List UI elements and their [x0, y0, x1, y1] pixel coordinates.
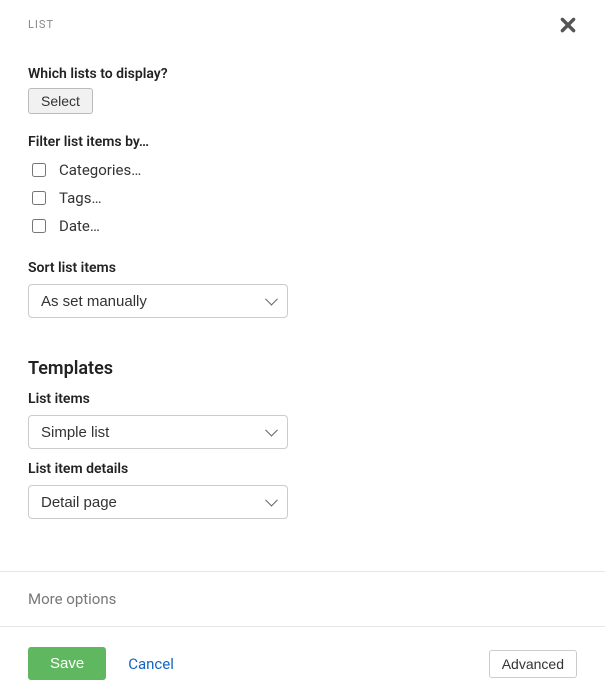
filter-checkbox-date[interactable] [32, 219, 46, 233]
list-details-label: List item details [28, 461, 577, 477]
sort-select[interactable]: As set manually [28, 284, 288, 318]
footer-left: Save Cancel [28, 647, 174, 680]
filter-list: Categories… Tags… Date… [28, 156, 577, 240]
filter-label-date[interactable]: Date… [59, 217, 100, 235]
panel-title: LIST [28, 18, 54, 31]
filter-checkbox-tags[interactable] [32, 191, 46, 205]
which-lists-label: Which lists to display? [28, 66, 577, 82]
filter-row-tags: Tags… [28, 184, 577, 212]
list-items-select[interactable]: Simple list [28, 415, 288, 449]
list-details-select[interactable]: Detail page [28, 485, 288, 519]
save-button[interactable]: Save [28, 647, 106, 680]
panel-footer: Save Cancel Advanced [0, 627, 605, 700]
which-lists-select-button[interactable]: Select [28, 88, 93, 114]
cancel-button[interactable]: Cancel [128, 655, 174, 673]
list-items-dropdown[interactable]: Simple list [28, 415, 288, 449]
filter-label-tags[interactable]: Tags… [59, 189, 101, 207]
advanced-button[interactable]: Advanced [489, 650, 577, 678]
panel-header: LIST [0, 0, 605, 44]
panel-body: Which lists to display? Select Filter li… [0, 44, 605, 571]
sort-label: Sort list items [28, 260, 577, 276]
filter-checkbox-categories[interactable] [32, 163, 46, 177]
close-icon[interactable] [559, 16, 577, 34]
filter-label: Filter list items by… [28, 134, 577, 150]
filter-row-categories: Categories… [28, 156, 577, 184]
list-items-label: List items [28, 391, 577, 407]
filter-label-categories[interactable]: Categories… [59, 161, 141, 179]
more-options-row[interactable]: More options [0, 571, 605, 627]
list-settings-panel: LIST Which lists to display? Select Filt… [0, 0, 605, 700]
templates-heading: Templates [28, 358, 577, 379]
sort-dropdown[interactable]: As set manually [28, 284, 288, 318]
filter-row-date: Date… [28, 212, 577, 240]
list-details-dropdown[interactable]: Detail page [28, 485, 288, 519]
